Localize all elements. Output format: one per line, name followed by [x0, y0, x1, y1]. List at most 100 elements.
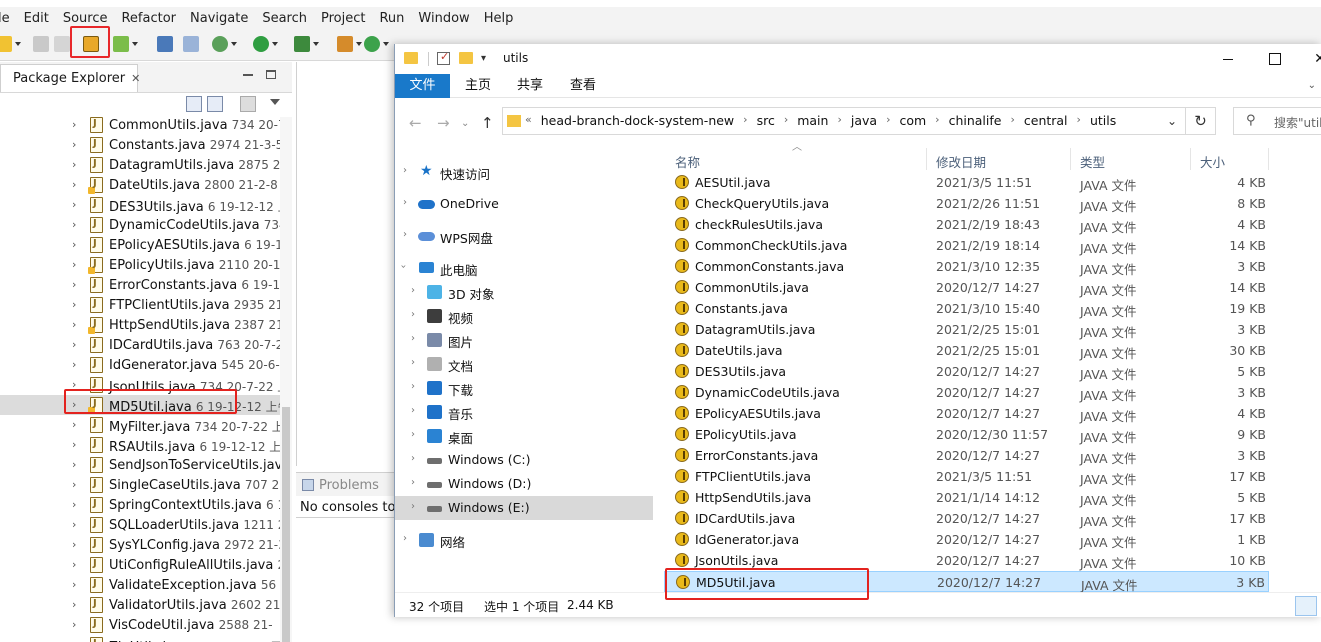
breadcrumb-separator-icon[interactable]: › [886, 113, 890, 128]
chevron-right-icon[interactable]: › [72, 279, 84, 291]
menu-source[interactable]: Source [63, 11, 108, 26]
breadcrumb-item[interactable]: com [899, 113, 926, 128]
breadcrumb-item[interactable]: head-branch-dock-system-new [541, 113, 734, 128]
save-icon[interactable] [33, 36, 49, 52]
tree-item[interactable]: › SQLLoaderUtils.java 1211 20 [0, 515, 280, 535]
chevron-right-icon[interactable]: › [72, 419, 84, 431]
new-icon[interactable] [0, 36, 21, 52]
expand-chevron-icon[interactable]: › [411, 501, 415, 512]
column-type[interactable]: 类型 [1080, 152, 1105, 171]
expand-chevron-icon[interactable]: › [403, 533, 407, 544]
console-icon[interactable] [157, 36, 173, 52]
package-explorer-tab[interactable]: Package Explorer ✕ [0, 64, 140, 92]
column-size[interactable]: 大小 [1200, 152, 1225, 171]
chevron-right-icon[interactable]: › [72, 439, 84, 451]
collapse-chevron-icon[interactable]: › [398, 265, 409, 269]
nav-item[interactable]: › 文档 [395, 352, 653, 376]
chevron-right-icon[interactable]: › [72, 479, 84, 491]
menu-help[interactable]: Help [484, 11, 514, 26]
refresh-icon[interactable]: ↻ [1186, 107, 1216, 135]
chevron-right-icon[interactable]: › [72, 299, 84, 311]
search-box[interactable]: ⚲ 搜索"util... [1233, 107, 1321, 135]
file-row[interactable]: Constants.java 2021/3/10 15:40 JAVA 文件 19 K… [664, 298, 1269, 319]
breadcrumb-item[interactable]: central [1024, 113, 1068, 128]
focus-icon[interactable] [240, 96, 256, 112]
expand-chevron-icon[interactable]: › [411, 381, 415, 392]
file-row[interactable]: HttpSendUtils.java 2021/1/14 14:12 JAVA 文件… [664, 487, 1269, 508]
expand-chevron-icon[interactable]: › [411, 333, 415, 344]
build-icon[interactable] [113, 36, 138, 52]
expand-chevron-icon[interactable]: › [403, 197, 407, 208]
expand-chevron-icon[interactable]: › [411, 309, 415, 320]
file-row[interactable]: DynamicCodeUtils.java 2020/12/7 14:27 JAVA… [664, 382, 1269, 403]
chevron-right-icon[interactable]: › [72, 539, 84, 551]
tree-item[interactable]: › ValidatorUtils.java 2602 21- [0, 595, 280, 615]
run-external-icon[interactable] [294, 36, 319, 52]
chevron-right-icon[interactable]: › [72, 199, 84, 211]
chevron-right-icon[interactable]: › [72, 119, 84, 131]
link-with-editor-icon[interactable] [207, 96, 223, 112]
debug-icon[interactable] [212, 36, 237, 52]
breadcrumb-item[interactable]: utils [1090, 113, 1116, 128]
up-icon[interactable]: ↑ [481, 114, 494, 132]
file-row[interactable]: AESUtil.java 2021/3/5 11:51 JAVA 文件 4 KB [664, 172, 1269, 193]
file-row[interactable]: FTPClientUtils.java 2021/3/5 11:51 JAVA 文件… [664, 466, 1269, 487]
nav-item[interactable]: › 音乐 [395, 400, 653, 424]
column-name[interactable]: 名称 [675, 152, 700, 171]
maximize-button[interactable] [1251, 44, 1297, 74]
chevron-right-icon[interactable]: › [72, 459, 84, 471]
expand-chevron-icon[interactable]: › [403, 165, 407, 176]
menu-project[interactable]: Project [321, 11, 365, 26]
chevron-right-icon[interactable]: › [72, 319, 84, 331]
tree-item[interactable]: › SpringContextUtils.java 6 19 [0, 495, 280, 515]
file-row[interactable]: EPolicyUtils.java 2020/12/30 11:57 JAVA 文件… [664, 424, 1269, 445]
view-menu-icon[interactable] [270, 99, 280, 110]
chevron-right-icon[interactable]: › [72, 219, 84, 231]
breadcrumb-separator-icon[interactable]: › [1077, 113, 1081, 128]
nav-network[interactable]: › 网络 [395, 528, 653, 552]
expand-chevron-icon[interactable]: › [403, 229, 407, 240]
address-dropdown-icon[interactable]: ⌄ [1167, 114, 1177, 128]
chevron-right-icon[interactable]: › [72, 579, 84, 591]
tree-item[interactable]: › DateUtils.java 2800 21-2-8 [0, 175, 280, 195]
breadcrumb-separator-icon[interactable]: › [935, 113, 939, 128]
tree-item[interactable]: › SendJsonToServiceUtils.java [0, 455, 280, 475]
tab-file[interactable]: 文件 [395, 74, 450, 98]
tree-item[interactable]: › SysYLConfig.java 2972 21-3 [0, 535, 280, 555]
new-package-icon[interactable] [337, 36, 362, 52]
breadcrumb-separator-icon[interactable]: › [837, 113, 841, 128]
breadcrumb-item[interactable]: src [757, 113, 775, 128]
address-bar[interactable]: « head-branch-dock-system-new › src › main › ja… [502, 107, 1186, 135]
nav-this-pc[interactable]: › 此电脑 [395, 256, 653, 280]
column-divider[interactable] [926, 148, 927, 170]
nav-onedrive[interactable]: › OneDrive [395, 192, 653, 216]
chevron-right-icon[interactable]: › [72, 599, 84, 611]
tree-item[interactable]: › ErrorConstants.java 6 19-12 [0, 275, 280, 295]
file-row[interactable]: DES3Utils.java 2020/12/7 14:27 JAVA 文件 5 KB [664, 361, 1269, 382]
minimize-icon[interactable] [243, 74, 253, 76]
nav-item[interactable]: › 桌面 [395, 424, 653, 448]
expand-chevron-icon[interactable]: › [411, 453, 415, 464]
tree-item[interactable]: › MyFilter.java 734 20-7-22 上 [0, 415, 280, 435]
chevron-right-icon[interactable]: › [72, 259, 84, 271]
problems-tab[interactable]: Problems [302, 478, 379, 493]
file-row[interactable]: CommonUtils.java 2020/12/7 14:27 JAVA 文件 14… [664, 277, 1269, 298]
tab-share[interactable]: 共享 [503, 74, 557, 98]
file-row[interactable]: CheckQueryUtils.java 2021/2/26 11:51 JAVA … [664, 193, 1269, 214]
expand-chevron-icon[interactable]: › [411, 477, 415, 488]
tree-item[interactable]: › HttpSendUtils.java 2387 21- [0, 315, 280, 335]
nav-item[interactable]: › Windows (C:) [395, 448, 653, 472]
properties-icon[interactable] [437, 50, 450, 65]
chevron-right-icon[interactable]: › [72, 619, 84, 631]
maximize-icon[interactable] [266, 70, 276, 79]
column-divider[interactable] [1070, 148, 1071, 170]
nav-quick-access[interactable]: › ★ 快速访问 [395, 160, 653, 184]
column-divider[interactable] [1268, 148, 1269, 170]
expand-chevron-icon[interactable]: › [411, 357, 415, 368]
nav-item[interactable]: › 3D 对象 [395, 280, 653, 304]
collapse-all-icon[interactable] [186, 96, 202, 112]
menu-edit[interactable]: Edit [24, 11, 49, 26]
file-row[interactable]: DatagramUtils.java 2021/2/25 15:01 JAVA 文件… [664, 319, 1269, 340]
tree-item[interactable]: › CommonUtils.java 734 20-7 [0, 117, 280, 135]
tree-item[interactable]: › RSAUtils.java 6 19-12-12 上 [0, 435, 280, 455]
